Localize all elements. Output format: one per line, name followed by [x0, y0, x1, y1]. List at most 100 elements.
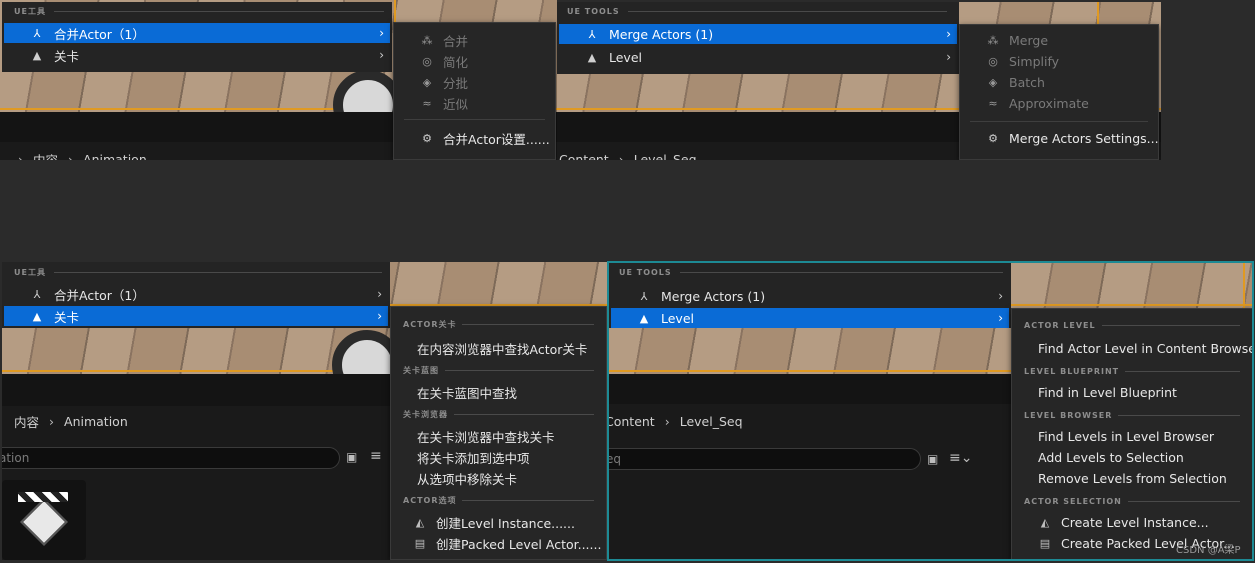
chevron-right-icon: › [379, 26, 384, 40]
section-header: ACTOR SELECTION [1024, 497, 1240, 506]
menu-item-level[interactable]: ▲ Level › [611, 308, 1009, 328]
batch-icon: ◈ [988, 76, 998, 89]
submenu-merge[interactable]: ⁂ 合并 [420, 31, 469, 50]
simplify-icon: ◎ [422, 55, 432, 68]
level-icon: ▲ [32, 48, 42, 62]
section-header: UE TOOLS [619, 268, 1003, 277]
q4-menu: UE TOOLS ⅄ Merge Actors (1) › ▲ Level › [609, 262, 1011, 328]
packed-level-actor-icon: ▤ [414, 537, 426, 550]
q3-level-submenu: ACTOR关卡 在内容浏览器中查找Actor关卡 关卡蓝图 在关卡蓝图中查找 关… [390, 306, 607, 560]
create-level-instance[interactable]: ◭ 创建Level Instance...... [413, 513, 575, 532]
filter-dropdown-icon[interactable]: ≡⌄ [949, 450, 972, 466]
section-header: ACTOR关卡 [403, 319, 594, 330]
q1-merge-submenu: ⁂ 合并 ◎ 简化 ◈ 分批 ≈ 近似 ⚙ 合并Actor设置...... [393, 22, 556, 160]
submenu-approximate[interactable]: ≈ Approximate [986, 96, 1088, 111]
save-icon[interactable]: ▣ [927, 452, 938, 466]
section-header: ACTOR选项 [403, 495, 594, 506]
sequencer-asset-icon[interactable] [2, 480, 86, 560]
batch-icon: ◈ [422, 76, 432, 89]
q1-panel: ›内容›Animation UE工具 ⅄合并Actor（1）› ▲关卡› ⁂合并… [0, 0, 557, 160]
merge-actor-icon: ⅄ [33, 287, 41, 301]
merge-icon: ⁂ [987, 34, 999, 47]
submenu-simplify[interactable]: ◎ 简化 [420, 52, 468, 71]
chevron-right-icon: › [377, 309, 382, 323]
menu-item-merge-actors[interactable]: ⅄ Merge Actors (1) › [611, 286, 1009, 306]
q2-breadcrumb: Content › Level_Seq [559, 152, 697, 160]
q3-search-input[interactable]: ation [2, 447, 340, 469]
menu-item-merge-actors[interactable]: ⅄ Merge Actors (1) › [559, 24, 957, 44]
crumb-content[interactable]: Content [609, 414, 655, 429]
approximate-icon: ≈ [422, 97, 432, 110]
level-instance-icon: ◭ [1040, 516, 1050, 529]
merge-actor-icon: ⅄ [588, 27, 596, 41]
filter-icon[interactable]: ≡ [370, 448, 382, 464]
menu-item-level[interactable]: ▲ Level › [559, 47, 957, 67]
find-levels-level-browser[interactable]: 在关卡浏览器中查找关卡 [417, 427, 555, 446]
simplify-icon: ◎ [988, 55, 998, 68]
section-header: ACTOR LEVEL [1024, 321, 1240, 330]
approximate-icon: ≈ [988, 97, 998, 110]
chevron-right-icon: › [998, 289, 1003, 303]
submenu-settings[interactable]: ⚙ Merge Actors Settings... [986, 131, 1159, 146]
q3-menu: UE工具 ⅄ 合并Actor（1） › ▲ 关卡 › [2, 262, 390, 328]
submenu-settings[interactable]: ⚙ 合并Actor设置...... [420, 129, 550, 148]
section-header: UE TOOLS [567, 7, 947, 16]
menu-item-merge-actors[interactable]: ⅄ 合并Actor（1） › [4, 284, 388, 304]
q4-breadcrumb: Content › Level_Seq [609, 414, 743, 429]
add-levels-to-selection[interactable]: 将关卡添加到选中项 [417, 448, 530, 467]
find-in-level-blueprint[interactable]: Find in Level Blueprint [1038, 385, 1177, 400]
menu-item-merge-actors[interactable]: ⅄ 合并Actor（1） › [4, 23, 390, 43]
menu-item-level[interactable]: ▲ 关卡 › [4, 306, 388, 326]
submenu-approximate[interactable]: ≈ 近似 [420, 94, 468, 113]
remove-levels-from-selection[interactable]: 从选项中移除关卡 [417, 469, 517, 488]
q3-breadcrumb: 内容 › Animation [14, 412, 128, 431]
q2-merge-submenu: ⁂ Merge ◎ Simplify ◈ Batch ≈ Approximate ⚙ Me… [959, 24, 1159, 160]
merge-actor-icon: ⅄ [640, 289, 648, 303]
submenu-merge[interactable]: ⁂ Merge [986, 33, 1049, 48]
gear-icon: ⚙ [988, 132, 998, 145]
crumb-content[interactable]: 内容 [14, 412, 39, 431]
submenu-simplify[interactable]: ◎ Simplify [986, 54, 1059, 69]
level-icon: ▲ [32, 309, 42, 323]
submenu-batch[interactable]: ◈ 分批 [420, 73, 468, 92]
find-actor-level-content-browser[interactable]: 在内容浏览器中查找Actor关卡 [417, 339, 587, 358]
crumb-level-seq[interactable]: Level_Seq [634, 152, 697, 160]
create-packed-level-actor[interactable]: ▤ 创建Packed Level Actor...... [413, 534, 602, 553]
remove-levels-from-selection[interactable]: Remove Levels from Selection [1038, 471, 1227, 486]
chevron-right-icon: › [946, 27, 951, 41]
crumb-animation[interactable]: Animation [83, 152, 147, 160]
gear-icon: ⚙ [422, 132, 432, 145]
section-header: 关卡浏览器 [403, 409, 594, 420]
add-levels-to-selection[interactable]: Add Levels to Selection [1038, 450, 1184, 465]
section-header: 关卡蓝图 [403, 365, 594, 376]
section-header: LEVEL BROWSER [1024, 411, 1240, 420]
find-in-level-blueprint[interactable]: 在关卡蓝图中查找 [417, 383, 517, 402]
section-header: UE工具 [14, 6, 384, 17]
q2-panel: Content › Level_Seq UE TOOLS ⅄ Merge Actors… [557, 2, 1161, 160]
q2-menu: UE TOOLS ⅄ Merge Actors (1) › ▲ Level › [557, 2, 959, 74]
q4-search-input[interactable]: eq [609, 448, 921, 470]
section-header: LEVEL BLUEPRINT [1024, 367, 1240, 376]
submenu-batch[interactable]: ◈ Batch [986, 75, 1045, 90]
packed-level-actor-icon: ▤ [1039, 537, 1051, 550]
section-header: UE工具 [14, 267, 382, 278]
crumb-content[interactable]: Content [559, 152, 609, 160]
q4-level-submenu: ACTOR LEVEL Find Actor Level in Content … [1011, 308, 1253, 560]
crumb-level-seq[interactable]: Level_Seq [680, 414, 743, 429]
find-actor-level-content-browser[interactable]: Find Actor Level in Content Browser [1038, 341, 1253, 356]
level-icon: ▲ [587, 50, 597, 64]
q1-menu: UE工具 ⅄ 合并Actor（1） › ▲ 关卡 › [2, 2, 392, 72]
chevron-right-icon: › [379, 48, 384, 62]
create-level-instance[interactable]: ◭ Create Level Instance... [1038, 515, 1209, 530]
crumb-content[interactable]: 内容 [33, 150, 58, 160]
chevron-right-icon: › [946, 50, 951, 64]
q3-panel: 内容 › Animation ation ▣ ≡ UE工具 ⅄ 合并Actor（1） ›… [2, 262, 607, 560]
merge-icon: ⁂ [421, 34, 433, 47]
crumb-animation[interactable]: Animation [64, 414, 128, 429]
menu-item-level[interactable]: ▲ 关卡 › [4, 45, 390, 65]
save-icon[interactable]: ▣ [346, 450, 357, 464]
q1-breadcrumb: ›内容›Animation [8, 150, 147, 160]
find-levels-level-browser[interactable]: Find Levels in Level Browser [1038, 429, 1214, 444]
chevron-right-icon: › [377, 287, 382, 301]
level-instance-icon: ◭ [415, 516, 425, 529]
